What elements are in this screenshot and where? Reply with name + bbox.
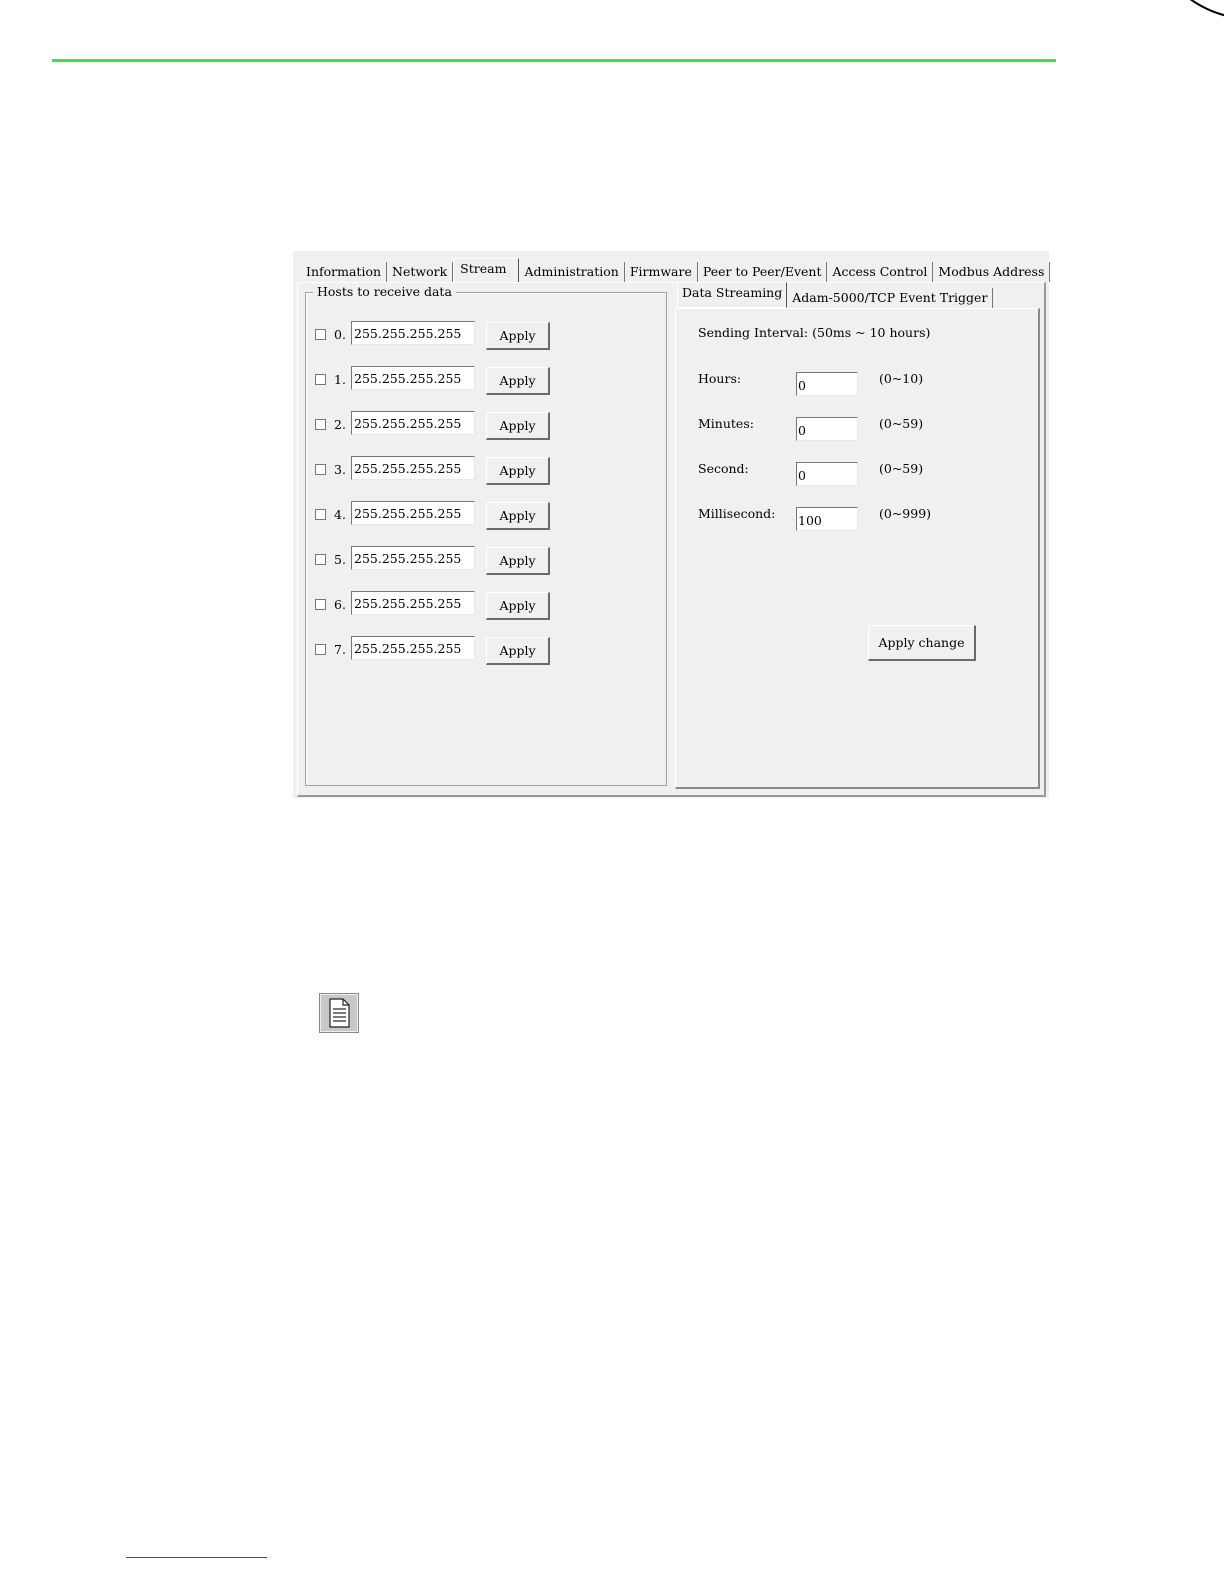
sending-interval-title: Sending Interval: (50ms ~ 10 hours) — [698, 325, 931, 340]
hours-input[interactable] — [796, 372, 858, 396]
host-apply-button[interactable]: Apply — [486, 592, 550, 620]
millisecond-label: Millisecond: — [698, 506, 776, 521]
tab-access-control[interactable]: Access Control — [827, 262, 934, 282]
hosts-group-title: Hosts to receive data — [313, 284, 456, 299]
page-corner-curl — [1135, 0, 1224, 36]
host-enable-checkbox[interactable] — [315, 599, 326, 610]
host-ip-input[interactable] — [351, 411, 475, 435]
tab-stream[interactable]: Stream — [453, 258, 520, 282]
hosts-group: Hosts to receive data 0. Apply 1. Apply … — [305, 284, 667, 786]
host-apply-button[interactable]: Apply — [486, 637, 550, 665]
host-index: 3. — [334, 462, 346, 477]
host-index: 4. — [334, 507, 346, 522]
minutes-input[interactable] — [796, 417, 858, 441]
millisecond-range: (0~999) — [879, 506, 932, 521]
minutes-range: (0~59) — [879, 416, 924, 431]
host-index: 2. — [334, 417, 346, 432]
tab-information[interactable]: Information — [301, 262, 388, 282]
tab-event-trigger[interactable]: Adam-5000/TCP Event Trigger — [787, 288, 994, 308]
host-ip-input[interactable] — [351, 636, 475, 660]
host-enable-checkbox[interactable] — [315, 464, 326, 475]
tab-network[interactable]: Network — [387, 262, 454, 282]
host-apply-button[interactable]: Apply — [486, 412, 550, 440]
host-apply-button[interactable]: Apply — [486, 322, 550, 350]
host-enable-checkbox[interactable] — [315, 419, 326, 430]
host-enable-checkbox[interactable] — [315, 509, 326, 520]
host-enable-checkbox[interactable] — [315, 644, 326, 655]
host-ip-input[interactable] — [351, 501, 475, 525]
footer-link-underline — [126, 1557, 267, 1558]
host-ip-input[interactable] — [351, 591, 475, 615]
host-ip-input[interactable] — [351, 546, 475, 570]
host-ip-input[interactable] — [351, 456, 475, 480]
host-ip-input[interactable] — [351, 366, 475, 390]
hours-label: Hours: — [698, 371, 742, 386]
host-apply-button[interactable]: Apply — [486, 547, 550, 575]
minutes-label: Minutes: — [698, 416, 754, 431]
host-index: 5. — [334, 552, 346, 567]
host-index: 0. — [334, 327, 346, 342]
host-index: 6. — [334, 597, 346, 612]
tab-peer-to-peer-event[interactable]: Peer to Peer/Event — [698, 262, 828, 282]
document-note-icon — [319, 993, 359, 1033]
host-index: 7. — [334, 642, 346, 657]
tab-data-streaming[interactable]: Data Streaming — [677, 282, 788, 308]
second-input[interactable] — [796, 462, 858, 486]
second-label: Second: — [698, 461, 749, 476]
main-tab-row: Information Network Stream Administratio… — [301, 258, 1051, 282]
host-enable-checkbox[interactable] — [315, 329, 326, 340]
host-apply-button[interactable]: Apply — [486, 502, 550, 530]
host-apply-button[interactable]: Apply — [486, 367, 550, 395]
hours-range: (0~10) — [879, 371, 924, 386]
host-enable-checkbox[interactable] — [315, 374, 326, 385]
host-index: 1. — [334, 372, 346, 387]
second-range: (0~59) — [879, 461, 924, 476]
tab-modbus-address[interactable]: Modbus Address — [933, 262, 1051, 282]
host-enable-checkbox[interactable] — [315, 554, 326, 565]
host-apply-button[interactable]: Apply — [486, 457, 550, 485]
host-ip-input[interactable] — [351, 321, 475, 345]
header-rule — [52, 59, 1056, 62]
apply-change-button[interactable]: Apply change — [868, 625, 976, 661]
sub-tab-row: Data Streaming Adam-5000/TCP Event Trigg… — [677, 282, 994, 308]
tab-administration[interactable]: Administration — [519, 262, 625, 282]
stream-config-dialog: Information Network Stream Administratio… — [293, 251, 1051, 798]
tab-firmware[interactable]: Firmware — [625, 262, 698, 282]
millisecond-input[interactable] — [796, 507, 858, 531]
